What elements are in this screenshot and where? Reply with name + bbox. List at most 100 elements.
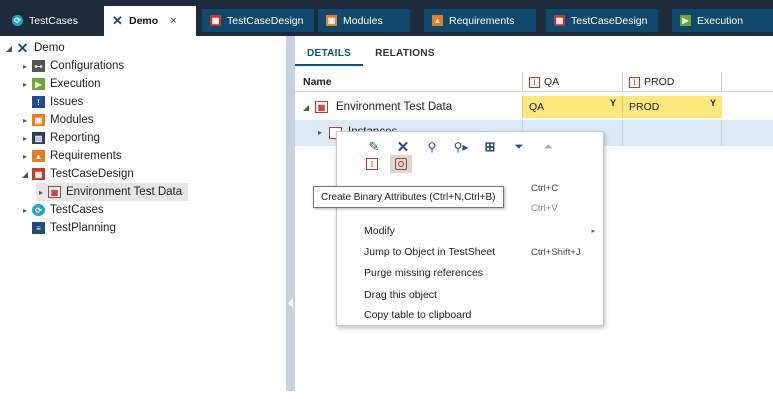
menu-item-drag-this-object[interactable]: Drag this object — [337, 285, 605, 305]
column-prod-header[interactable]: I PROD — [622, 72, 722, 92]
cell-prod[interactable]: PROD Y — [622, 96, 722, 118]
tree-label: Demo — [34, 42, 65, 54]
cell-qa[interactable]: QA Y — [522, 96, 622, 118]
requirements-icon: ▲ — [32, 150, 45, 162]
issues-icon: ! — [32, 96, 45, 108]
row-label: Environment Test Data — [336, 101, 453, 113]
expand-all-icon[interactable]: ⏷ — [507, 138, 531, 156]
tab-details[interactable]: DETAILS — [295, 48, 364, 66]
testcases-icon: ⟳ — [32, 204, 45, 216]
context-toolbar-row2: I — [362, 155, 412, 173]
tree-item-execution[interactable]: ▸ ▶ Execution — [20, 75, 101, 93]
submenu-arrow-icon: ▸ — [591, 228, 595, 235]
context-menu: ✎ ✕ ⚲ ⚲▸ ⊞ ⏷ ⏶ I Ctrl+C Ctrl+V Modify ▸ … — [336, 131, 604, 326]
tree-label: TestCaseDesign — [50, 168, 134, 180]
bottom-margin — [0, 391, 773, 399]
modules-icon: ▣ — [32, 114, 45, 126]
collapse-all-icon[interactable]: ⏶ — [536, 138, 560, 156]
tree-label: Execution — [50, 78, 101, 90]
configurations-icon: ⊶ — [32, 60, 45, 72]
expand-arrow-icon[interactable]: ▸ — [36, 188, 46, 197]
execution-icon: ▶ — [680, 15, 691, 26]
edit-icon[interactable]: ✎ — [362, 138, 386, 156]
tab-label: TestCaseDesign — [571, 14, 648, 27]
expand-arrow-icon[interactable]: ▸ — [20, 116, 30, 125]
filter-icon[interactable]: Y — [610, 98, 616, 108]
tab-bar: ⟳ TestCases ✕ Demo × ▦ TestCaseDesign ▣ … — [0, 0, 773, 36]
menu-item-copy-table[interactable]: Copy table to clipboard — [337, 305, 605, 325]
testcasedesign-icon: ▦ — [210, 15, 221, 26]
details-tabs: DETAILS RELATIONS — [295, 48, 447, 66]
demo-icon: ✕ — [112, 13, 123, 28]
modules-icon: ▣ — [326, 15, 337, 26]
shortcut: Ctrl+C — [531, 182, 559, 194]
text-attribute-icon: I — [629, 76, 640, 88]
expand-arrow-icon[interactable]: ▸ — [20, 80, 30, 89]
search-options-icon[interactable]: ⚲▸ — [449, 138, 473, 156]
cell-prod[interactable] — [622, 120, 722, 146]
tab-testcases[interactable]: ⟳ TestCases — [4, 9, 100, 32]
menu-label: Drag this object — [364, 289, 437, 301]
tab-demo[interactable]: ✕ Demo × — [104, 6, 196, 36]
tree-label: TestPlanning — [50, 222, 116, 234]
tree-item-reporting[interactable]: ▸ ▥ Reporting — [20, 129, 100, 147]
delete-icon[interactable]: ✕ — [391, 138, 415, 156]
tree-item-environment-test-data[interactable]: ▸ ▦ Environment Test Data — [36, 183, 188, 201]
shortcut: Ctrl+V — [531, 202, 558, 214]
tree-item-testcases[interactable]: ▸ ⟳ TestCases — [20, 201, 104, 219]
table-row[interactable]: ◢ ▦ Environment Test Data QA Y PROD Y — [295, 96, 773, 118]
tab-modules[interactable]: ▣ Modules — [318, 9, 410, 32]
expand-arrow-icon[interactable]: ▸ — [20, 62, 30, 71]
row-name: ◢ ▦ Environment Test Data — [301, 96, 452, 118]
tab-testcasedesign-2[interactable]: ▦ TestCaseDesign — [546, 9, 658, 32]
search-icon[interactable]: ⚲ — [420, 138, 444, 156]
collapse-arrow-icon[interactable]: ◢ — [301, 103, 311, 112]
close-icon[interactable]: × — [170, 15, 176, 27]
tab-label: Modules — [343, 14, 383, 27]
text-attribute-icon: I — [529, 76, 540, 88]
expand-arrow-icon[interactable]: ▸ — [20, 206, 30, 215]
grid-header: Name I QA I PROD — [295, 72, 773, 92]
menu-item-jump-to-object[interactable]: Jump to Object in TestSheet Ctrl+Shift+J — [337, 242, 605, 262]
tree-label: Issues — [50, 96, 84, 108]
collapse-arrow-icon[interactable]: ◢ — [20, 170, 30, 179]
filter-icon[interactable]: Y — [710, 98, 716, 108]
collapse-grip-icon[interactable] — [288, 298, 293, 308]
menu-label: Copy table to clipboard — [364, 309, 472, 321]
cell-value: QA — [529, 101, 545, 113]
expand-arrow-icon[interactable]: ▸ — [20, 134, 30, 143]
expand-arrow-icon[interactable]: ▸ — [315, 128, 325, 137]
tree-label: Requirements — [50, 150, 122, 162]
tab-relations[interactable]: RELATIONS — [363, 48, 447, 66]
tree-label: Reporting — [50, 132, 100, 144]
tree-item-requirements[interactable]: ▸ ▲ Requirements — [20, 147, 122, 165]
testcasedesign-icon: ▦ — [554, 15, 565, 26]
panel-splitter[interactable] — [286, 36, 295, 391]
tree-label: Environment Test Data — [66, 186, 183, 198]
table-icon: ▦ — [315, 101, 328, 113]
tab-label: Execution — [697, 14, 744, 27]
column-name-header[interactable]: Name — [303, 76, 332, 88]
create-text-attribute-icon[interactable]: I — [362, 155, 382, 173]
menu-item-purge-missing-references[interactable]: Purge missing references — [337, 263, 605, 283]
create-binary-attribute-icon[interactable] — [390, 155, 412, 173]
tree-root-demo[interactable]: ◢ ✕ Demo — [4, 39, 65, 57]
menu-label: Purge missing references — [364, 267, 484, 279]
column-qa-header[interactable]: I QA — [522, 72, 622, 92]
menu-label: Jump to Object in TestSheet — [364, 246, 496, 258]
tree-item-issues[interactable]: ! Issues — [20, 93, 83, 111]
tab-testcasedesign[interactable]: ▦ TestCaseDesign — [202, 9, 314, 32]
collapse-arrow-icon[interactable]: ◢ — [4, 44, 14, 53]
tab-execution[interactable]: ▶ Execution — [672, 9, 773, 32]
tree-item-configurations[interactable]: ▸ ⊶ Configurations — [20, 57, 124, 75]
menu-item-modify[interactable]: Modify ▸ — [337, 221, 605, 241]
navigation-tree: ◢ ✕ Demo ▸ ⊶ Configurations ▸ ▶ Executio… — [0, 36, 286, 391]
shortcut: Ctrl+Shift+J — [531, 246, 581, 258]
add-icon[interactable]: ⊞ — [478, 138, 502, 156]
tree-item-modules[interactable]: ▸ ▣ Modules — [20, 111, 93, 129]
tree-label: TestCases — [50, 204, 104, 216]
tree-item-testplanning[interactable]: ≡ TestPlanning — [20, 219, 116, 237]
tab-requirements[interactable]: ▲ Requirements — [424, 9, 536, 32]
expand-arrow-icon[interactable]: ▸ — [20, 152, 30, 161]
tree-item-testcasedesign[interactable]: ◢ ▦ TestCaseDesign — [20, 165, 134, 183]
